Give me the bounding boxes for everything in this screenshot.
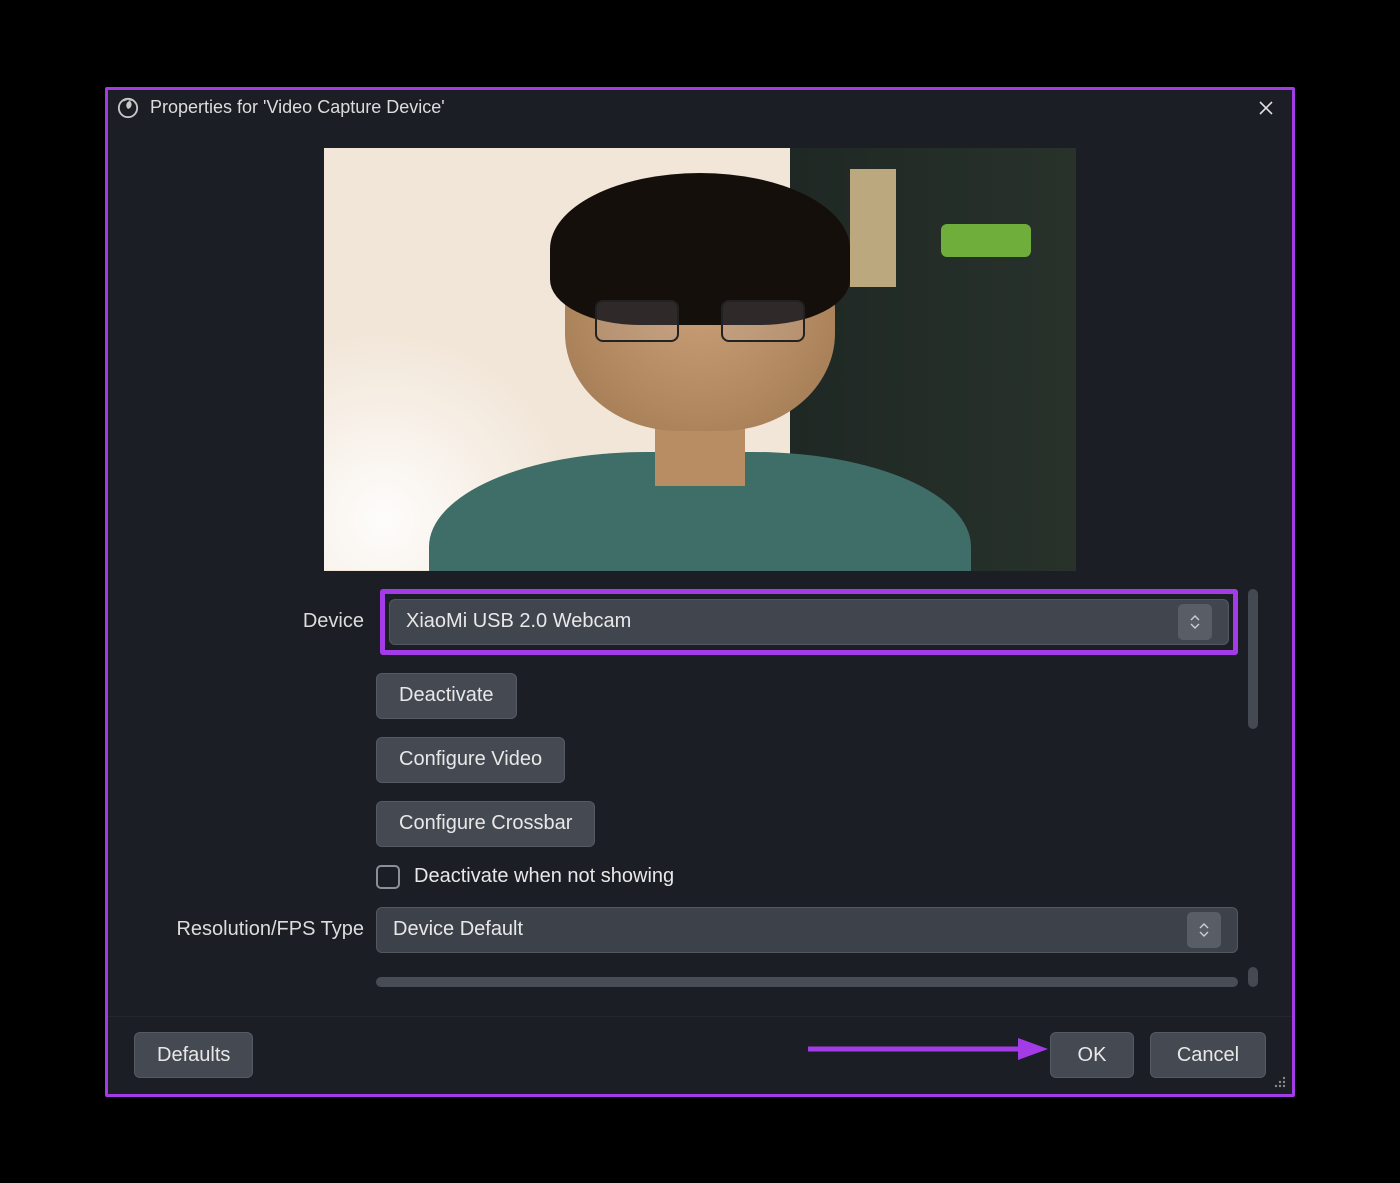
dialog-body: Device XiaoMi USB 2.0 Webcam — [108, 126, 1292, 1016]
row-deactivate: Deactivate — [122, 673, 1278, 719]
ok-button[interactable]: OK — [1050, 1032, 1134, 1078]
window-title: Properties for 'Video Capture Device' — [150, 97, 445, 118]
obs-icon — [116, 96, 140, 120]
row-configure-video: Configure Video — [122, 737, 1278, 783]
row-device: Device XiaoMi USB 2.0 Webcam — [122, 589, 1278, 655]
video-preview — [324, 148, 1076, 571]
label-device: Device — [142, 610, 366, 633]
resolution-fps-type-select[interactable]: Device Default — [376, 907, 1238, 953]
form-region: Device XiaoMi USB 2.0 Webcam — [122, 589, 1278, 987]
cancel-button[interactable]: Cancel — [1150, 1032, 1266, 1078]
configure-video-button[interactable]: Configure Video — [376, 737, 565, 783]
deactivate-when-not-showing-checkbox[interactable] — [376, 865, 400, 889]
dialog-footer: Defaults OK Cancel — [108, 1016, 1292, 1094]
properties-dialog: Properties for 'Video Capture Device' De… — [105, 87, 1295, 1097]
scrollbar-horizontal-thumb[interactable] — [376, 977, 1238, 987]
resize-grip-icon[interactable] — [1272, 1074, 1288, 1090]
configure-crossbar-button[interactable]: Configure Crossbar — [376, 801, 595, 847]
deactivate-when-not-showing-label: Deactivate when not showing — [414, 865, 674, 888]
label-resolution-fps-type: Resolution/FPS Type — [142, 918, 366, 941]
device-select[interactable]: XiaoMi USB 2.0 Webcam — [389, 599, 1229, 645]
scrollbar-vertical-track-end[interactable] — [1248, 967, 1258, 987]
close-button[interactable] — [1248, 94, 1284, 122]
scrollbar-vertical-thumb[interactable] — [1248, 589, 1258, 729]
device-select-value: XiaoMi USB 2.0 Webcam — [406, 610, 631, 633]
resolution-fps-type-value: Device Default — [393, 918, 523, 941]
deactivate-button[interactable]: Deactivate — [376, 673, 517, 719]
defaults-button[interactable]: Defaults — [134, 1032, 253, 1078]
row-resolution-fps-type: Resolution/FPS Type Device Default — [122, 907, 1278, 953]
select-stepper-icon — [1178, 604, 1212, 640]
select-stepper-icon — [1187, 912, 1221, 948]
titlebar: Properties for 'Video Capture Device' — [108, 90, 1292, 126]
highlight-annotation: XiaoMi USB 2.0 Webcam — [380, 589, 1238, 655]
row-truncated — [122, 971, 1278, 987]
row-deactivate-when-not-showing: Deactivate when not showing — [122, 865, 1278, 889]
row-configure-crossbar: Configure Crossbar — [122, 801, 1278, 847]
